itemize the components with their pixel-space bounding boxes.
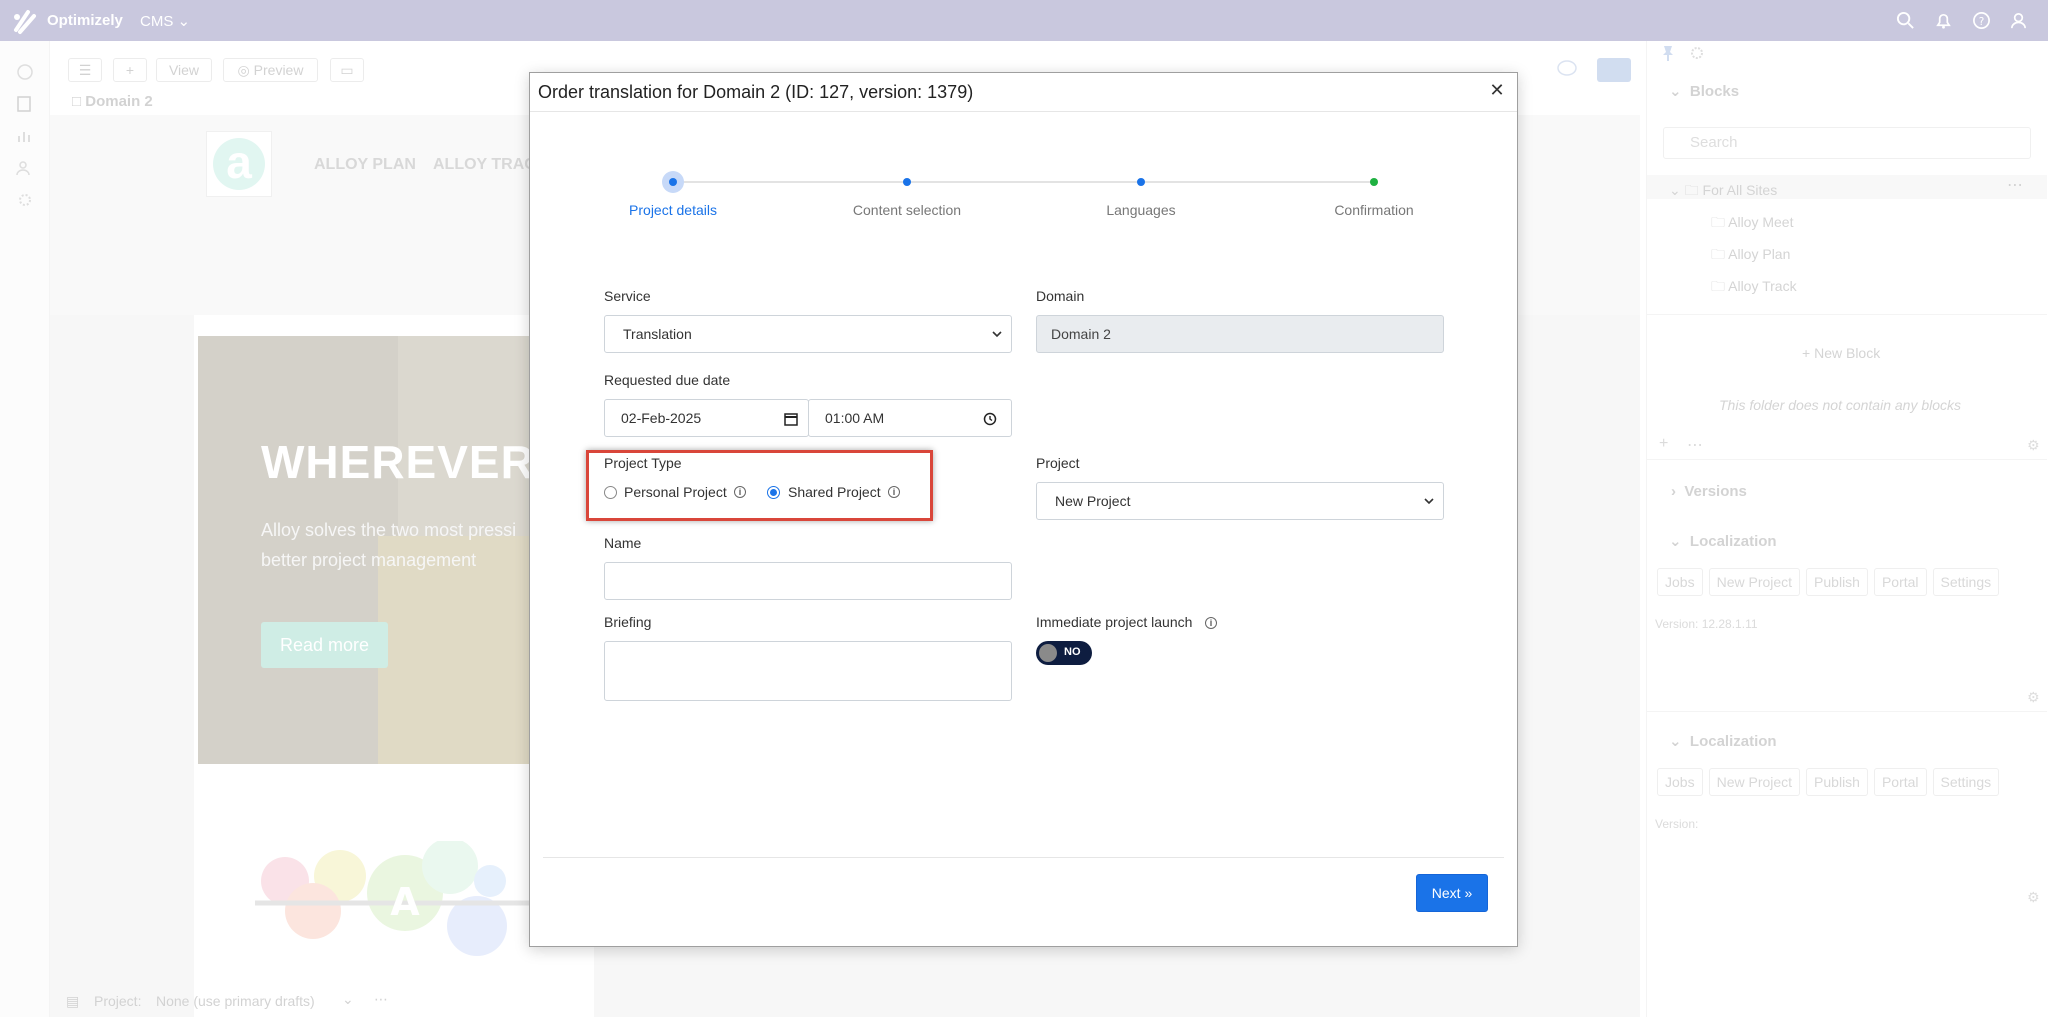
shared-project-radio[interactable] [767, 486, 780, 499]
clock-icon[interactable] [983, 412, 997, 426]
step-label-project-details[interactable]: Project details [593, 202, 753, 218]
step-label-confirmation[interactable]: Confirmation [1294, 202, 1454, 218]
domain-label: Domain [1036, 288, 1085, 304]
due-time-value: 01:00 AM [825, 410, 885, 426]
due-date-value: 02-Feb-2025 [621, 410, 702, 426]
immediate-launch-label: Immediate project launch [1036, 614, 1192, 630]
close-icon[interactable]: ✕ [1486, 79, 1508, 101]
product-switcher[interactable]: CMS ⌄ [140, 12, 190, 30]
immediate-launch-toggle[interactable]: NO [1036, 641, 1092, 665]
brand-name: Optimizely [47, 12, 123, 29]
personal-project-label[interactable]: Personal Project [624, 484, 727, 500]
user-icon[interactable] [2009, 11, 2028, 30]
project-label: Project [1036, 455, 1080, 471]
service-value: Translation [623, 326, 692, 342]
chevron-down-icon: ⌄ [177, 13, 191, 30]
calendar-icon[interactable] [784, 412, 798, 426]
due-time-input[interactable]: 01:00 AM [808, 399, 1012, 437]
step-label-content-selection[interactable]: Content selection [827, 202, 987, 218]
top-bar: Optimizely CMS ⌄ ? [0, 0, 2048, 41]
bell-icon[interactable] [1934, 11, 1953, 30]
briefing-label: Briefing [604, 614, 652, 630]
domain-field: Domain 2 [1036, 315, 1444, 353]
immediate-launch-text: Immediate project launch [1036, 614, 1193, 630]
shared-project-label[interactable]: Shared Project [788, 484, 881, 500]
step-label-languages[interactable]: Languages [1061, 202, 1221, 218]
service-label: Service [604, 288, 651, 304]
project-type-label: Project Type [604, 455, 682, 471]
chevron-down-icon [992, 331, 1002, 338]
due-date-label: Requested due date [604, 372, 731, 388]
step-dot-4[interactable] [1370, 178, 1378, 186]
info-icon[interactable]: i [888, 486, 900, 498]
name-label: Name [604, 535, 642, 551]
product-name: CMS [140, 13, 174, 30]
chevron-down-icon [1424, 498, 1434, 505]
step-dot-3[interactable] [1137, 178, 1145, 186]
optimizely-logo-icon [14, 10, 36, 34]
toggle-knob [1039, 644, 1057, 662]
next-button[interactable]: Next » [1416, 874, 1488, 912]
svg-text:?: ? [1979, 16, 1985, 28]
step-dot-2[interactable] [903, 178, 911, 186]
due-date-input[interactable]: 02-Feb-2025 [604, 399, 809, 437]
toggle-state-label: NO [1064, 646, 1081, 658]
info-icon[interactable]: i [734, 486, 746, 498]
step-dot-1[interactable] [669, 178, 677, 186]
service-select[interactable]: Translation [604, 315, 1012, 353]
info-icon[interactable]: i [1205, 617, 1217, 629]
search-icon[interactable] [1896, 11, 1915, 30]
dialog-title: Order translation for Domain 2 (ID: 127,… [538, 82, 974, 102]
help-icon[interactable]: ? [1972, 11, 1991, 30]
name-input[interactable] [604, 562, 1012, 600]
personal-project-radio[interactable] [604, 486, 617, 499]
project-value: New Project [1055, 493, 1131, 509]
briefing-textarea[interactable] [604, 641, 1012, 701]
project-select[interactable]: New Project [1036, 482, 1444, 520]
